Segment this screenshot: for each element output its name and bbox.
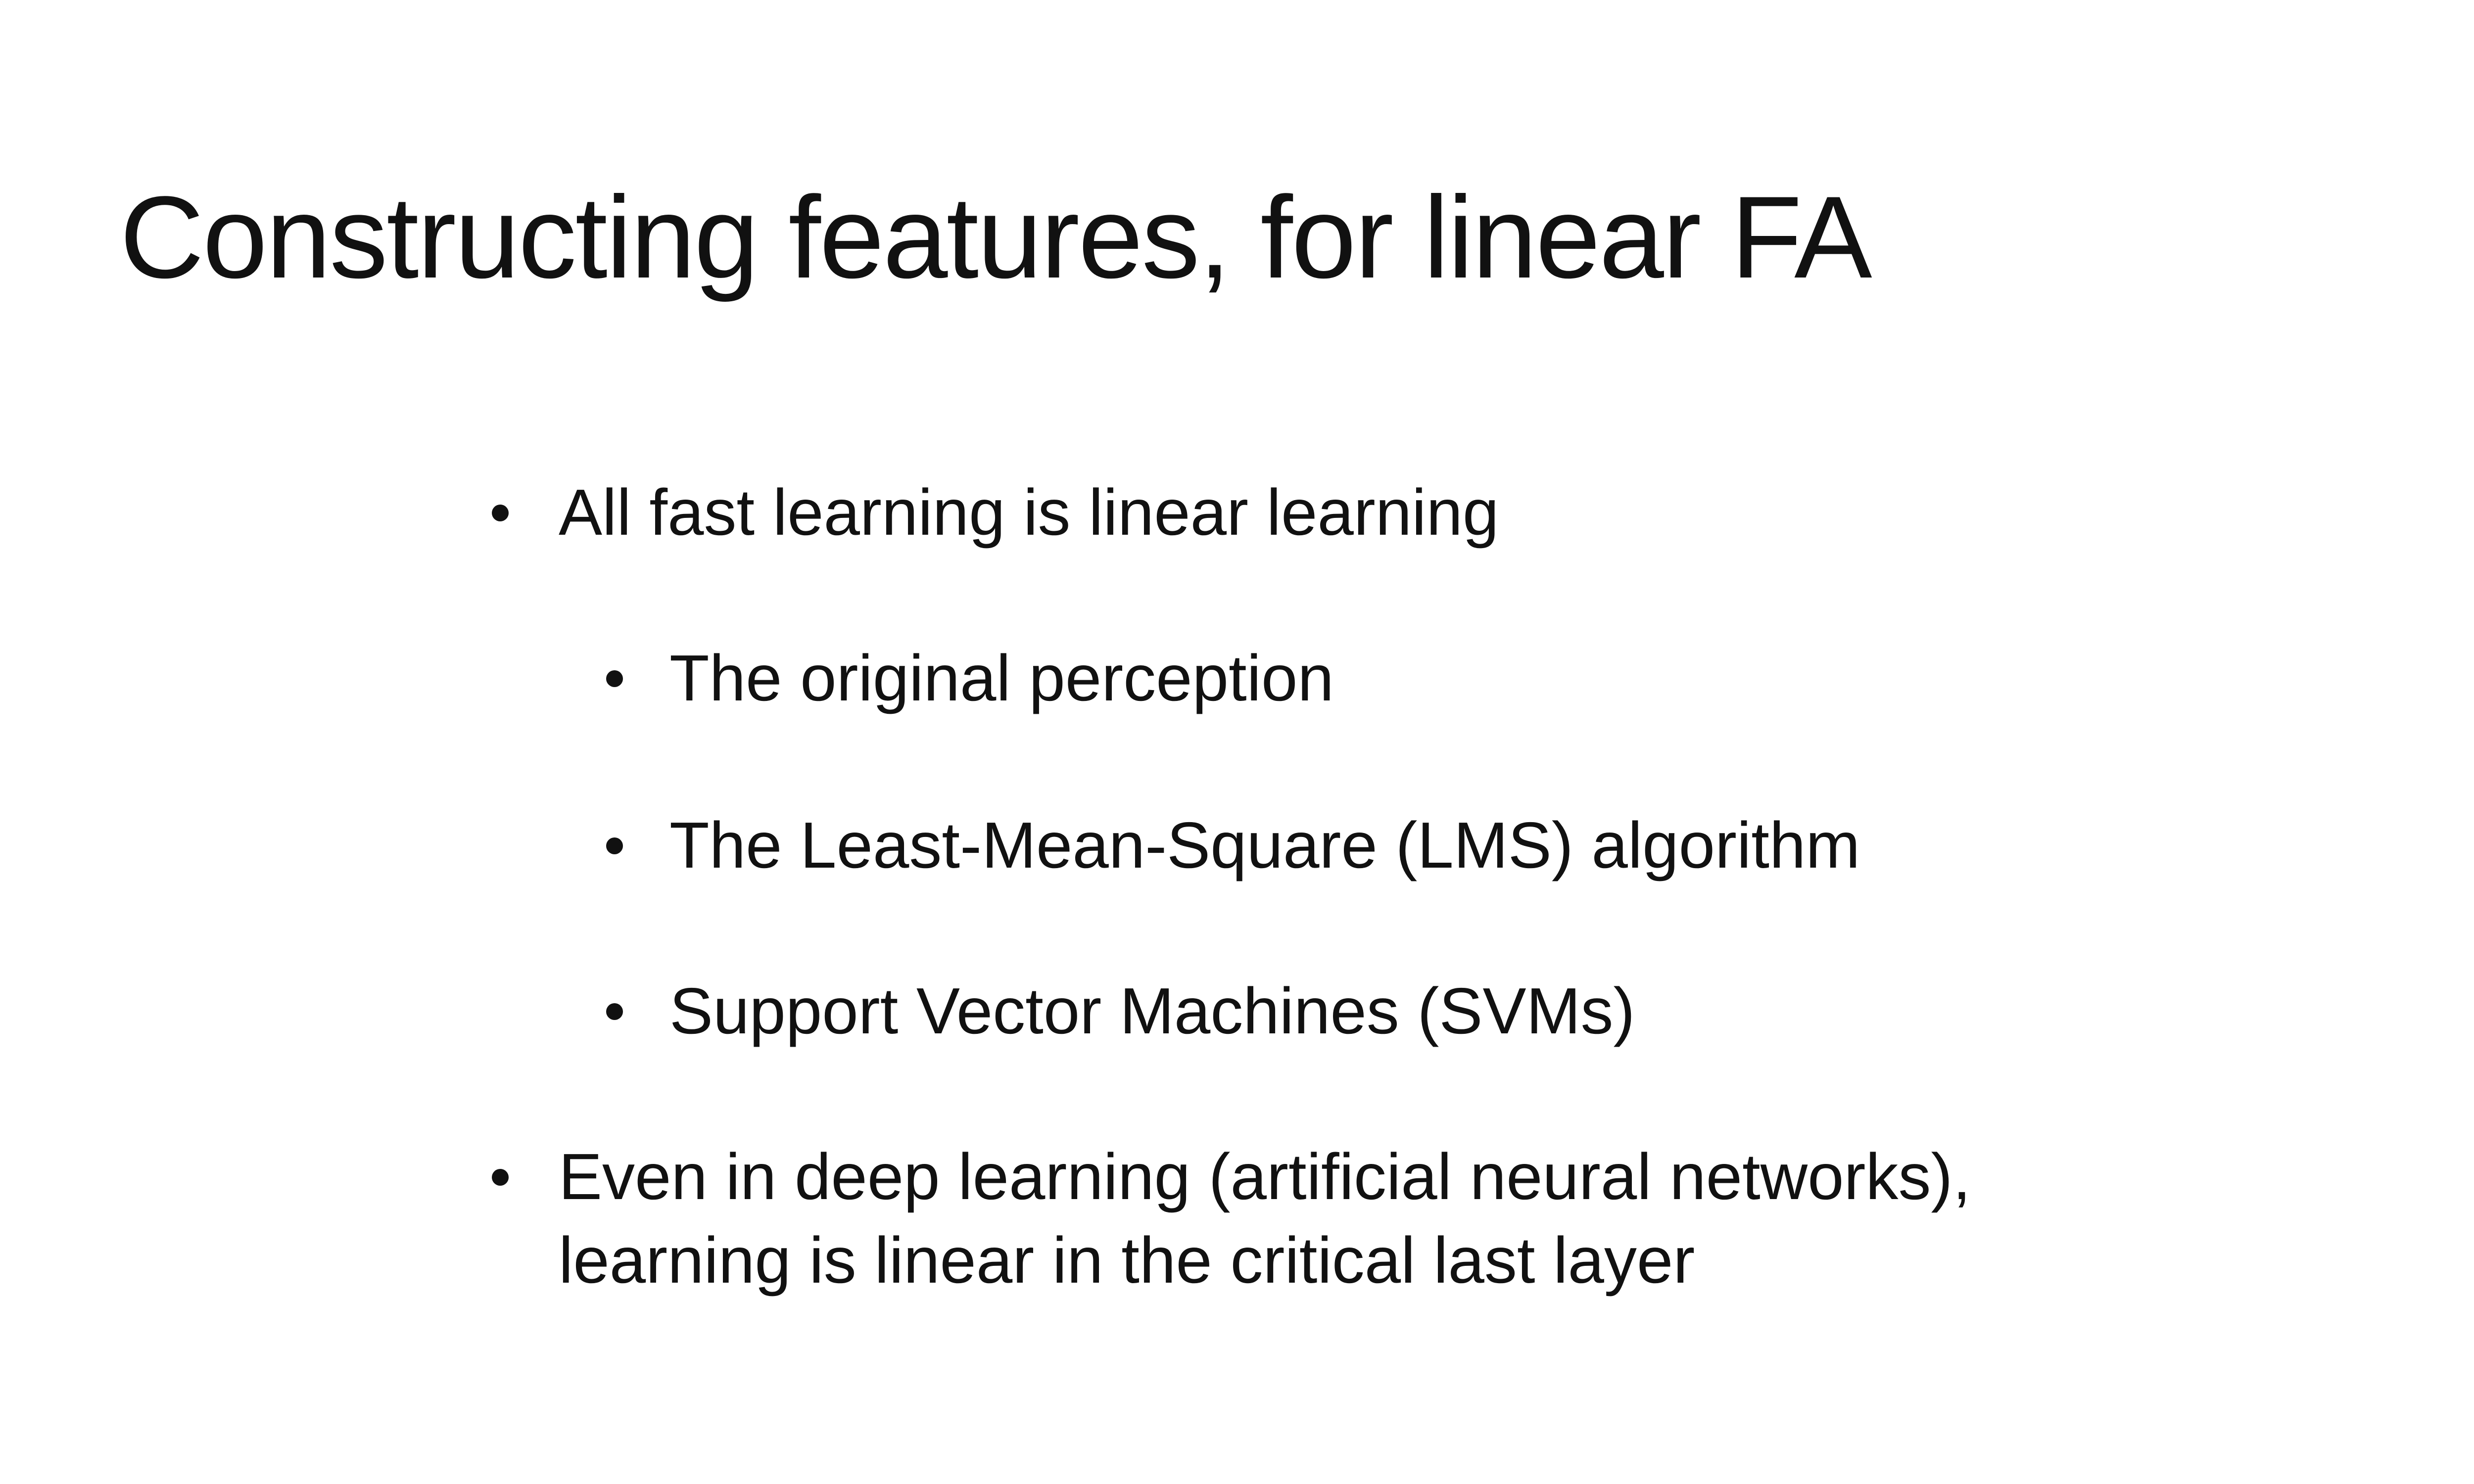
- bullet-item-line-1: Even in deep learning (artificial neural…: [559, 1140, 1971, 1213]
- bullet-icon: [492, 1169, 509, 1186]
- bullet-icon: [606, 670, 623, 687]
- bullet-item-line-2: learning is linear in the critical last …: [559, 1224, 1695, 1297]
- bullet-item: All fast learning is linear learning: [559, 476, 1499, 549]
- slide-title: Constructing features, for linear FA: [120, 172, 1872, 303]
- bullet-icon: [606, 837, 623, 854]
- sub-bullet-item: The original perception: [669, 642, 1334, 714]
- sub-bullet-item: The Least-Mean-Square (LMS) algorithm: [669, 809, 1860, 881]
- bullet-icon: [606, 1003, 623, 1020]
- bullet-icon: [492, 505, 509, 521]
- sub-bullet-item: Support Vector Machines (SVMs): [669, 974, 1635, 1047]
